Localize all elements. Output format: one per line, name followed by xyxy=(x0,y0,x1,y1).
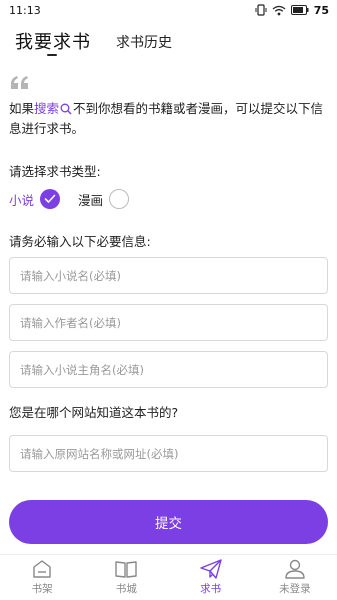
source-site-field[interactable] xyxy=(9,435,328,472)
type-option-label: 漫画 xyxy=(78,192,104,208)
book-icon xyxy=(114,559,138,579)
bookshelf-icon xyxy=(31,559,53,579)
search-icon[interactable] xyxy=(59,101,73,116)
nav-item-bookshelf[interactable]: 书架 xyxy=(0,555,84,600)
tab-active-indicator xyxy=(47,54,57,56)
nav-item-request[interactable]: 求书 xyxy=(169,555,253,600)
type-label: 请选择求书类型: xyxy=(9,164,101,179)
radio-unchecked-icon[interactable] xyxy=(109,189,130,209)
type-option-comic[interactable]: 漫画 xyxy=(78,189,130,209)
request-form: 如果搜索 不到你想看的书籍或者漫画，可以提交以下信息进行求书。 请选择求书类型: … xyxy=(0,67,337,554)
user-icon xyxy=(284,559,306,579)
protagonist-name-input[interactable] xyxy=(20,362,317,377)
tab-request-book[interactable]: 我要求书 xyxy=(15,28,91,54)
source-label: 您是在哪个网站知道这本书的? xyxy=(9,405,179,420)
novel-name-field[interactable] xyxy=(9,257,328,294)
quote-icon xyxy=(9,75,31,95)
intro-prefix: 如果 xyxy=(9,101,35,116)
nav-item-bookstore[interactable]: 书城 xyxy=(84,555,168,600)
battery-icon xyxy=(290,5,309,15)
status-time: 11:13 xyxy=(9,3,41,17)
nav-item-account[interactable]: 未登录 xyxy=(253,555,337,600)
wifi-icon xyxy=(272,5,286,16)
bottom-nav: 书架 书城 求书 未登录 xyxy=(0,554,337,600)
send-icon xyxy=(199,559,223,579)
author-name-field[interactable] xyxy=(9,304,328,341)
tab-request-history[interactable]: 求书历史 xyxy=(116,32,172,52)
type-option-label: 小说 xyxy=(9,192,35,208)
header: 我要求书 求书历史 xyxy=(0,20,337,67)
nav-label: 书城 xyxy=(115,583,137,595)
intro-text: 如果搜索 不到你想看的书籍或者漫画，可以提交以下信息进行求书。 xyxy=(9,99,331,139)
type-option-novel[interactable]: 小说 xyxy=(9,189,61,209)
source-site-input[interactable] xyxy=(20,446,317,461)
required-label: 请务必输入以下必要信息: xyxy=(9,234,151,249)
submit-button[interactable]: 提交 xyxy=(9,500,328,544)
nav-label: 未登录 xyxy=(279,583,311,595)
protagonist-name-field[interactable] xyxy=(9,351,328,388)
check-icon[interactable] xyxy=(40,189,61,209)
status-bar: 11:13 75 xyxy=(0,0,337,20)
author-name-input[interactable] xyxy=(20,315,317,330)
nav-label: 书架 xyxy=(31,583,53,595)
vibrate-icon xyxy=(255,4,267,16)
nav-label: 求书 xyxy=(200,583,222,595)
battery-level: 75 xyxy=(313,3,329,17)
novel-name-input[interactable] xyxy=(20,268,317,283)
search-link[interactable]: 搜索 xyxy=(34,101,59,116)
status-icons: 75 xyxy=(255,4,329,17)
type-selector: 小说 漫画 xyxy=(9,189,147,209)
